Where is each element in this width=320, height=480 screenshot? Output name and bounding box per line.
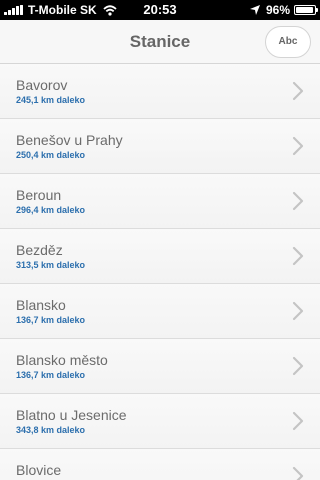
station-row[interactable]: Bavorov 245,1 km daleko (0, 64, 320, 119)
status-bar: T-Mobile SK 20:53 96% (0, 0, 320, 20)
chevron-right-icon (292, 136, 304, 156)
station-name: Blansko město (16, 352, 108, 368)
station-row[interactable]: Blatno u Jesenice 343,8 km daleko (0, 394, 320, 449)
station-distance: 245,1 km daleko (16, 95, 86, 105)
station-name: Benešov u Prahy (16, 132, 123, 148)
navigation-bar: Stanice Abc (0, 20, 320, 64)
station-distance: 136,7 km daleko (16, 315, 86, 325)
station-row[interactable]: Blovice (0, 449, 320, 480)
station-name: Blovice (16, 462, 62, 478)
station-distance: 313,5 km daleko (16, 260, 86, 270)
status-right: 96% (249, 0, 318, 20)
station-distance: 136,7 km daleko (16, 370, 86, 380)
station-name: Bavorov (16, 77, 68, 93)
battery-icon (294, 5, 318, 15)
station-distance: 250,4 km daleko (16, 150, 86, 160)
station-row[interactable]: Blansko 136,7 km daleko (0, 284, 320, 339)
chevron-right-icon (292, 81, 304, 101)
station-name: Bezděz (16, 242, 63, 258)
station-distance: 343,8 km daleko (16, 425, 86, 435)
station-row[interactable]: Bezděz 313,5 km daleko (0, 229, 320, 284)
station-row[interactable]: Beroun 296,4 km daleko (0, 174, 320, 229)
battery-percent: 96% (265, 3, 290, 17)
station-name: Blansko (16, 297, 66, 313)
station-name: Blatno u Jesenice (16, 407, 127, 423)
station-name: Beroun (16, 187, 62, 203)
chevron-right-icon (292, 356, 304, 376)
chevron-right-icon (292, 411, 304, 431)
location-arrow-icon (249, 5, 260, 15)
station-distance: 296,4 km daleko (16, 205, 86, 215)
station-row[interactable]: Benešov u Prahy 250,4 km daleko (0, 119, 320, 174)
station-list[interactable]: Bavorov 245,1 km daleko Benešov u Prahy 250… (0, 64, 320, 480)
chevron-right-icon (292, 466, 304, 480)
chevron-right-icon (292, 191, 304, 211)
chevron-right-icon (292, 301, 304, 321)
battery-level (296, 7, 314, 13)
station-row[interactable]: Blansko město 136,7 km daleko (0, 339, 320, 394)
chevron-right-icon (292, 246, 304, 266)
sort-abc-button[interactable]: Abc (265, 26, 311, 58)
